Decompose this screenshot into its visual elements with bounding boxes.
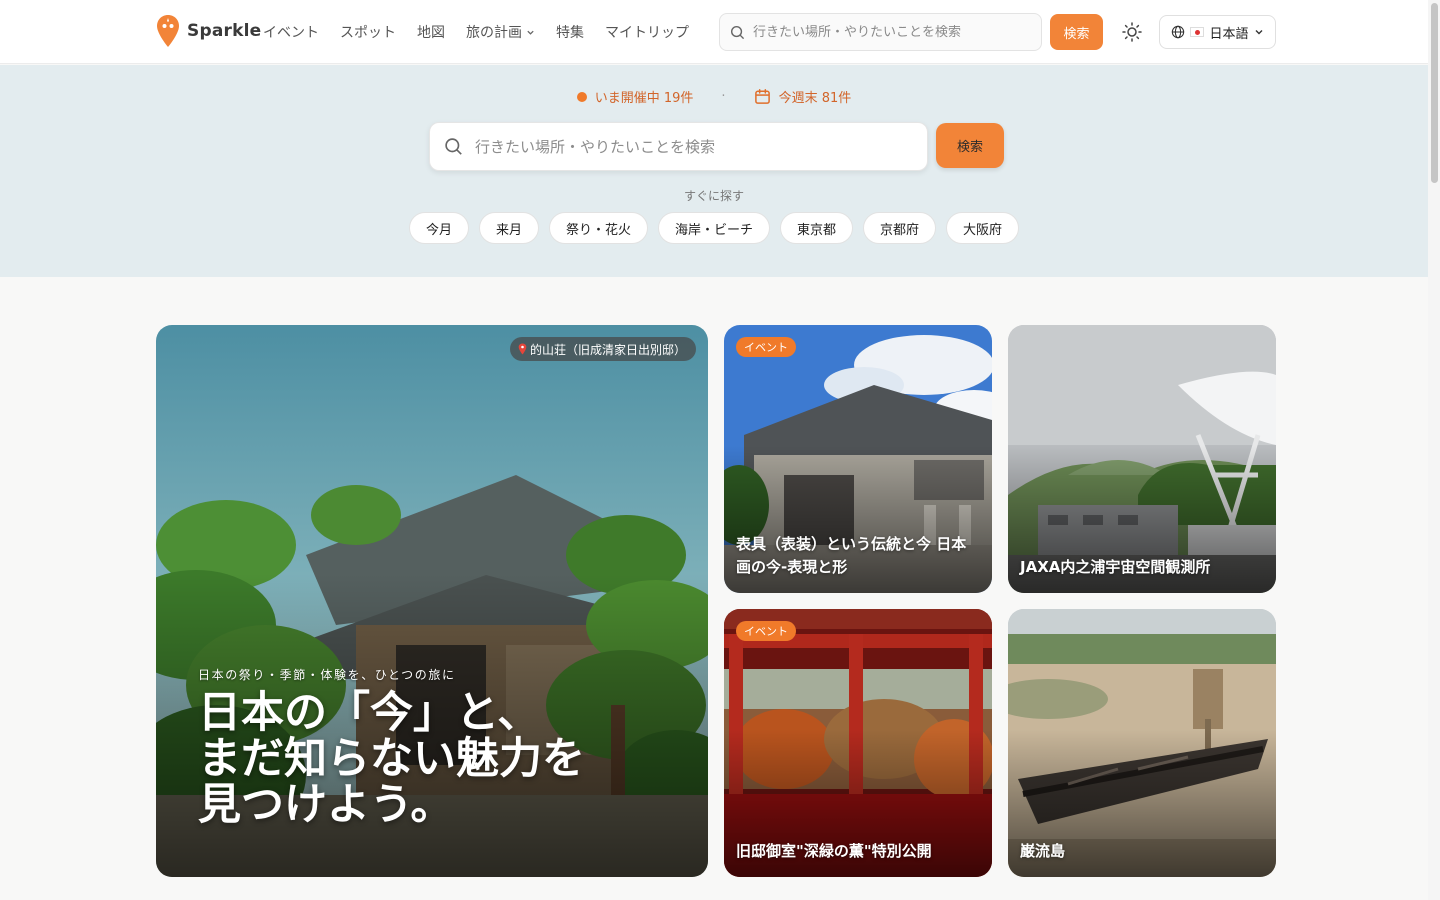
card-event-omuro[interactable]: イベント 旧邸御室"深緑の薫"特別公開 xyxy=(724,609,992,877)
nav-trip-planning-label: 旅の計画 xyxy=(466,25,522,41)
globe-icon xyxy=(1172,25,1185,39)
chip-osaka[interactable]: 大阪府 xyxy=(946,212,1020,244)
japan-flag-icon xyxy=(1190,27,1205,37)
quick-search-chips: 今月 来月 祭り・花火 海岸・ビーチ 東京都 京都府 大阪府 xyxy=(0,212,1428,244)
nav-features[interactable]: 特集 xyxy=(556,22,584,42)
brand-name: Sparkle xyxy=(187,21,262,41)
language-label: 日本語 xyxy=(1209,26,1249,42)
card-spot-jaxa[interactable]: JAXA内之浦宇宙空間観測所 xyxy=(1008,325,1276,593)
feature-location-tag[interactable]: 的山荘（旧成清家日出別邸） xyxy=(509,337,696,361)
card-event-hyogu[interactable]: イベント 表具（表装）という伝統と今 日本画の今-表現と形 xyxy=(724,325,992,593)
feature-headline-line-1: 日本の「今」と、 xyxy=(198,688,541,738)
main-search-button[interactable]: 検索 xyxy=(936,123,1004,168)
nav-my-trip[interactable]: マイトリップ xyxy=(605,22,689,42)
calendar-icon xyxy=(754,88,770,104)
brand-logo[interactable]: Sparkle xyxy=(155,14,261,48)
chip-festivals-fireworks[interactable]: 祭り・花火 xyxy=(548,212,648,244)
main-search-box xyxy=(429,122,928,171)
chip-coast-beach[interactable]: 海岸・ビーチ xyxy=(657,212,770,244)
card-spot-ganryujima[interactable]: 巌流島 xyxy=(1008,609,1276,877)
header-search-input[interactable] xyxy=(753,24,1023,40)
chevron-down-icon xyxy=(527,30,534,35)
nav-map[interactable]: 地図 xyxy=(417,22,445,42)
live-dot-icon xyxy=(576,91,587,102)
nav-spots-label: スポット xyxy=(340,25,396,41)
event-stats: いま開催中 19件 · 今週末 81件 xyxy=(0,87,1428,106)
feature-location-text: 的山荘（旧成清家日出別邸） xyxy=(529,342,686,357)
card-title: 表具（表装）という伝統と今 日本画の今-表現と形 xyxy=(736,535,967,576)
main-nav: イベント スポット 地図 旅の計画 特集 マイトリップ xyxy=(263,0,689,64)
nav-trip-planning[interactable]: 旅の計画 xyxy=(466,22,535,42)
top-header: Sparkle イベント スポット 地図 旅の計画 特集 マイトリップ 検索 日… xyxy=(0,0,1440,64)
event-badge: イベント xyxy=(736,621,796,641)
card-title: 巌流島 xyxy=(1020,842,1066,860)
chip-this-month[interactable]: 今月 xyxy=(408,212,469,244)
nav-map-label: 地図 xyxy=(417,25,445,41)
nav-my-trip-label: マイトリップ xyxy=(605,25,689,41)
scrollbar[interactable] xyxy=(1428,0,1440,900)
feature-headline-line-3: 見つけよう。 xyxy=(198,780,454,830)
card-overlay xyxy=(1008,325,1276,593)
search-icon xyxy=(445,138,462,155)
card-overlay xyxy=(724,609,992,877)
feature-headline-line-2: まだ知らない魅力を xyxy=(198,734,585,784)
this-weekend-stat[interactable]: 今週末 81件 xyxy=(754,87,852,106)
search-icon xyxy=(730,25,745,39)
feature-hero-card[interactable]: 的山荘（旧成清家日出別邸） 日本の祭り・季節・体験を、ひとつの旅に 日本の「今」… xyxy=(156,325,708,877)
event-badge: イベント xyxy=(736,337,796,357)
stat-separator: · xyxy=(721,89,726,104)
live-now-text: いま開催中 19件 xyxy=(594,91,694,106)
language-selector[interactable]: 日本語 xyxy=(1159,15,1276,49)
location-pin-icon xyxy=(518,343,527,355)
map-pin-logo-icon xyxy=(157,15,179,47)
nav-events[interactable]: イベント xyxy=(263,22,319,42)
live-now-stat[interactable]: いま開催中 19件 xyxy=(576,87,694,106)
header-search-box xyxy=(719,13,1042,51)
feature-subtitle: 日本の祭り・季節・体験を、ひとつの旅に xyxy=(198,668,456,682)
hero-search-band: いま開催中 19件 · 今週末 81件 検索 すぐに探す 今月 来月 祭り・花火… xyxy=(0,65,1428,277)
scrollbar-thumb[interactable] xyxy=(1431,3,1438,183)
nav-features-label: 特集 xyxy=(556,25,584,41)
card-overlay xyxy=(1008,609,1276,877)
card-title: 旧邸御室"深緑の薫"特別公開 xyxy=(736,842,932,860)
chip-kyoto[interactable]: 京都府 xyxy=(863,212,937,244)
quick-search-label: すぐに探す xyxy=(683,189,744,203)
nav-spots[interactable]: スポット xyxy=(340,22,396,42)
card-title: JAXA内之浦宇宙空間観測所 xyxy=(1020,558,1211,576)
header-search-button[interactable]: 検索 xyxy=(1050,14,1103,50)
chip-next-month[interactable]: 来月 xyxy=(478,212,539,244)
main-search-input[interactable] xyxy=(475,137,905,156)
chip-tokyo[interactable]: 東京都 xyxy=(780,212,854,244)
nav-events-label: イベント xyxy=(263,25,319,41)
sun-icon[interactable] xyxy=(1120,20,1144,44)
chevron-down-icon xyxy=(1255,30,1262,35)
feature-headline: 日本の「今」と、 まだ知らない魅力を 見つけよう。 xyxy=(198,690,585,828)
this-weekend-text: 今週末 81件 xyxy=(778,91,852,106)
